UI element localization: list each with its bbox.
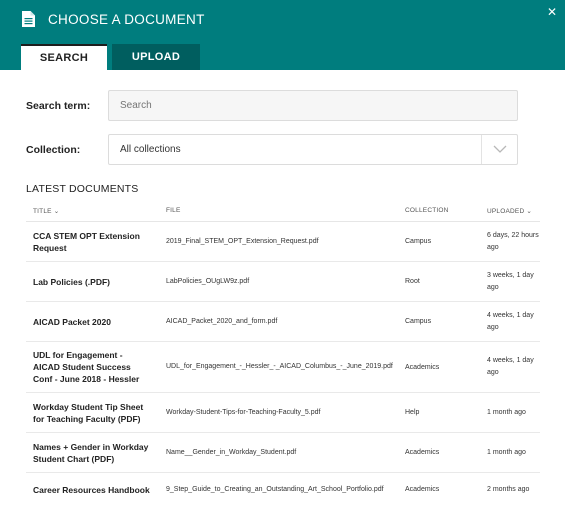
document-icon <box>22 11 35 27</box>
column-header-file: FILE <box>166 207 181 214</box>
select-toggle[interactable] <box>481 135 517 164</box>
search-input[interactable] <box>108 90 518 121</box>
document-title[interactable]: Lab Policies (.PDF) <box>33 262 151 301</box>
document-collection: Academics <box>405 486 440 493</box>
document-file: 2019_Final_STEM_OPT_Extension_Request.pd… <box>166 237 319 245</box>
dialog-title: CHOOSE A DOCUMENT <box>48 12 205 27</box>
document-collection: Academics <box>405 449 440 456</box>
document-title[interactable]: Workday Student Tip Sheet for Teaching F… <box>33 393 151 432</box>
table-row[interactable]: CCA STEM OPT Extension Request 2019_Fina… <box>26 222 540 262</box>
document-title[interactable]: Names + Gender in Workday Student Chart … <box>33 433 151 472</box>
column-header-title[interactable]: TITLE ⌄ <box>33 207 59 215</box>
document-collection: Academics <box>405 363 440 371</box>
sort-chevron-icon: ⌄ <box>53 208 60 215</box>
document-uploaded: 4 weeks, 1 day ago <box>487 311 534 331</box>
table-row[interactable]: UDL for Engagement - AICAD Student Succe… <box>26 342 540 393</box>
document-file: AICAD_Packet_2020_and_form.pdf <box>166 317 278 325</box>
document-file: LabPolicies_OUgLW9z.pdf <box>166 277 250 285</box>
column-header-collection: COLLECTION <box>405 207 449 214</box>
document-file: Name__Gender_in_Workday_Student.pdf <box>166 448 297 456</box>
document-uploaded: 1 month ago <box>487 448 526 456</box>
document-title[interactable]: CCA STEM OPT Extension Request <box>33 222 151 261</box>
search-term-label: Search term: <box>26 100 91 112</box>
document-uploaded: 2 months ago <box>487 485 530 493</box>
table-row[interactable]: Career Resources Handbook 9_Step_Guide_t… <box>26 473 540 506</box>
collection-selected-value: All collections <box>120 144 181 155</box>
document-title[interactable]: AICAD Packet 2020 <box>33 302 151 341</box>
document-file: Workday-Student-Tips-for-Teaching-Facult… <box>166 408 321 416</box>
column-header-uploaded[interactable]: UPLOADED ⌄ <box>487 207 532 215</box>
collection-label: Collection: <box>26 144 81 156</box>
sort-chevron-icon: ⌄ <box>526 208 533 215</box>
document-title[interactable]: Career Resources Handbook <box>33 473 151 506</box>
document-file: UDL_for_Engagement_-_Hessler_-_AICAD_Col… <box>166 363 393 370</box>
document-collection: Help <box>405 409 420 416</box>
document-collection: Root <box>405 278 420 285</box>
table-row[interactable]: Workday Student Tip Sheet for Teaching F… <box>26 393 540 433</box>
document-collection: Campus <box>405 238 432 245</box>
document-file: 9_Step_Guide_to_Creating_an_Outstanding_… <box>166 485 384 493</box>
document-uploaded: 3 weeks, 1 day ago <box>487 271 534 291</box>
table-row[interactable]: Names + Gender in Workday Student Chart … <box>26 433 540 473</box>
chevron-down-icon <box>493 145 507 153</box>
document-uploaded: 4 weeks, 1 day ago <box>487 357 534 376</box>
latest-documents-heading: LATEST DOCUMENTS <box>26 183 139 195</box>
table-row[interactable]: Lab Policies (.PDF) LabPolicies_OUgLW9z.… <box>26 262 540 302</box>
collection-select[interactable]: All collections <box>108 134 518 165</box>
table-row[interactable]: AICAD Packet 2020 AICAD_Packet_2020_and_… <box>26 302 540 342</box>
document-title[interactable]: UDL for Engagement - AICAD Student Succe… <box>33 342 151 392</box>
tab-search[interactable]: SEARCH <box>21 44 107 70</box>
document-uploaded: 1 month ago <box>487 408 526 416</box>
tab-upload[interactable]: UPLOAD <box>112 44 200 70</box>
close-icon[interactable]: ✕ <box>547 6 557 18</box>
document-uploaded: 6 days, 22 hours ago <box>487 231 539 251</box>
document-collection: Campus <box>405 318 432 325</box>
